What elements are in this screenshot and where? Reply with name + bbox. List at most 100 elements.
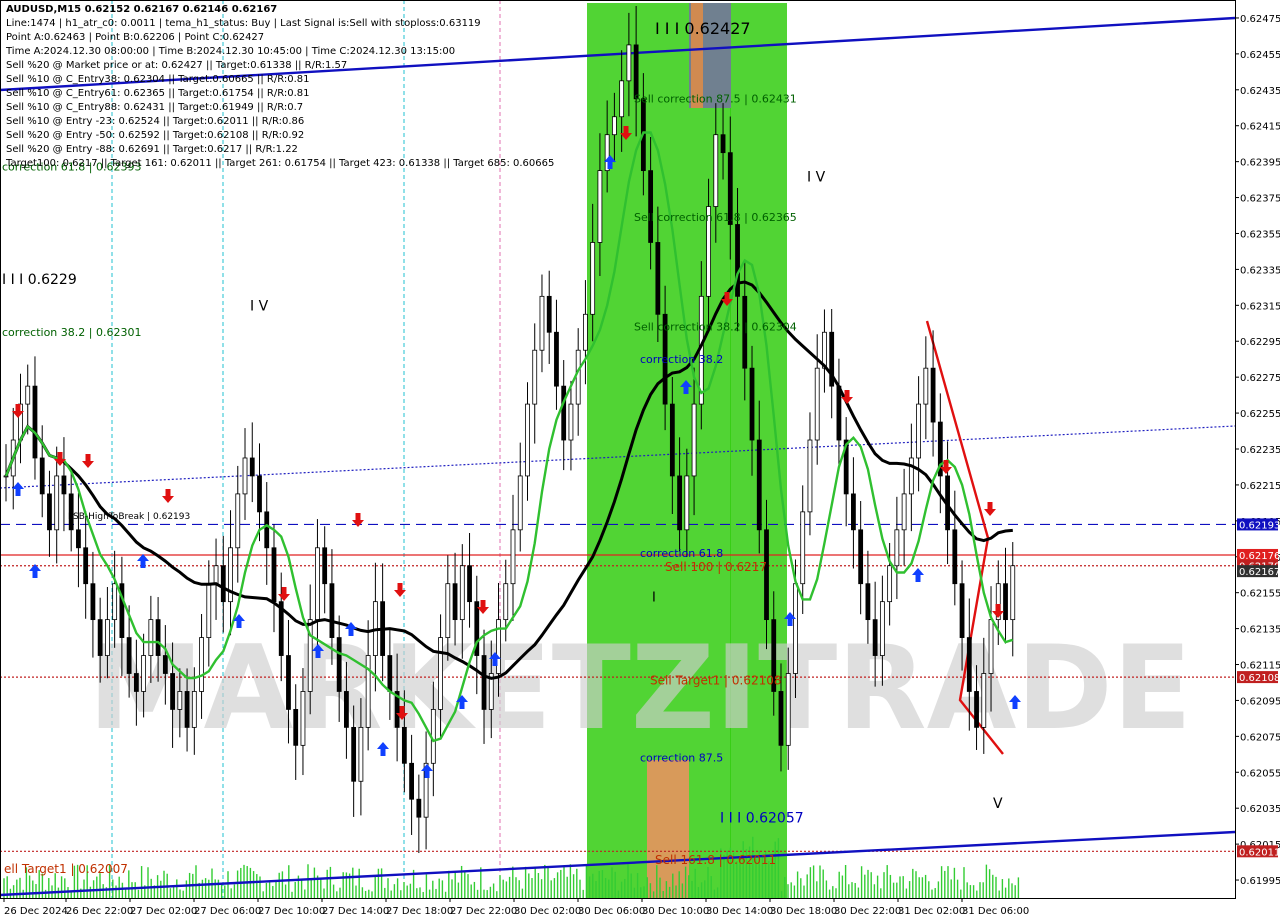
buy-arrow-icon — [12, 482, 24, 496]
candle-body — [351, 726, 357, 782]
candle-body — [966, 637, 972, 692]
x-tick-label: 30 Dec 22:00 — [834, 906, 901, 917]
x-tick-label: 30 Dec 02:00 — [514, 906, 581, 917]
candle-body — [249, 457, 255, 477]
sell-arrow-icon — [162, 489, 174, 503]
sell-arrow-icon — [992, 604, 1004, 618]
x-tick-label: 26 Dec 2024 — [4, 906, 68, 917]
candle-body — [206, 583, 212, 638]
candle-body — [105, 619, 110, 656]
time-axis: 26 Dec 202426 Dec 22:0027 Dec 02:00 27 De… — [3, 898, 1029, 917]
x-tick-label: 26 Dec 22:00 — [66, 906, 133, 917]
y-tick-label: 0.62435 — [1240, 86, 1280, 97]
info-line: Point A:0.62463 | Point B:0.62206 | Poin… — [6, 32, 265, 43]
candle-body — [807, 439, 813, 513]
candle-body — [315, 547, 320, 621]
y-tick-label: 0.62335 — [1240, 265, 1280, 276]
candle-body — [177, 691, 183, 710]
candle-body — [76, 529, 81, 549]
candle-body — [112, 583, 118, 621]
x-tick-label: 30 Dec 10:00 — [642, 906, 709, 917]
candle-body — [590, 242, 596, 315]
volume-bars — [3, 836, 1020, 898]
candle-body — [836, 385, 842, 441]
candle-body — [684, 475, 690, 531]
candle-body — [916, 403, 921, 459]
candle-body — [510, 529, 516, 585]
candle-body — [264, 511, 270, 549]
candle-body — [525, 403, 530, 477]
candle-body — [401, 726, 407, 764]
info-line: Target100: 0.6217 || Target 161: 0.62011… — [6, 158, 555, 169]
candle-body — [54, 475, 60, 531]
candle-body — [677, 475, 682, 531]
candle-body — [213, 565, 219, 585]
chart-annotation: FSB-HighToBreak | 0.62193 — [68, 512, 190, 522]
candle-body — [981, 673, 987, 728]
candle-body — [47, 493, 52, 531]
candle-body — [648, 170, 654, 243]
candle-body — [800, 511, 806, 585]
candle-body — [409, 762, 415, 800]
x-tick-label: 30 Dec 06:00 — [578, 906, 645, 917]
chart-annotation: I I I 0.6229 — [2, 272, 77, 288]
candle-body — [872, 619, 878, 656]
candle-body — [713, 134, 719, 207]
candle-body — [257, 475, 262, 513]
candle-body — [467, 565, 472, 603]
candle-body — [749, 367, 755, 441]
candle-body — [199, 637, 204, 692]
chart-annotation: correction 38.2 | 0.62301 — [2, 326, 141, 339]
y-tick-label: 0.62215 — [1240, 481, 1280, 492]
candle-body — [887, 565, 893, 603]
candle-body — [503, 583, 509, 621]
candle-body — [952, 529, 958, 585]
info-line: Sell %10 @ Entry -23: 0.62524 || Target:… — [6, 116, 305, 127]
x-tick-label: 30 Dec 14:00 — [706, 906, 773, 917]
candle-body — [655, 242, 661, 315]
candle-body — [561, 385, 567, 441]
chart-annotation: Sell correction 38.2 | 0.62304 — [634, 320, 797, 333]
candle-body — [814, 367, 820, 441]
candle-body — [481, 655, 487, 710]
candle-body — [612, 116, 617, 136]
candle-body — [133, 673, 139, 692]
chart-annotation: Sell Target1 | 0.62108 — [650, 673, 782, 687]
y-tick-label: 0.62115 — [1240, 661, 1280, 672]
candle-body — [126, 637, 132, 674]
x-tick-label: 27 Dec 10:00 — [258, 906, 325, 917]
candle-body — [517, 475, 523, 531]
watermark: MARKETZITRADE — [88, 621, 1192, 756]
y-tick-label: 0.62135 — [1240, 625, 1280, 636]
candle-body — [879, 601, 885, 656]
y-tick-label: 0.62355 — [1240, 229, 1280, 240]
y-tick-label: 0.62035 — [1240, 804, 1280, 815]
buy-arrow-icon — [421, 764, 433, 778]
candle-body — [141, 655, 147, 692]
chart-annotation: I I I 0.62057 — [720, 811, 804, 827]
candle-body — [546, 295, 552, 333]
candle-body — [39, 457, 45, 495]
candle-body — [184, 691, 190, 728]
candle-body — [25, 385, 31, 405]
candle-body — [293, 709, 299, 746]
candle-body — [974, 691, 979, 728]
y-tick-label: 0.62055 — [1240, 768, 1280, 779]
chart-annotation: I I I 0.62427 — [655, 19, 751, 38]
candle-body — [97, 619, 103, 656]
candle-body — [61, 475, 67, 495]
candle-body — [669, 403, 675, 477]
candle-body — [858, 529, 864, 585]
y-tick-label: 0.62395 — [1240, 158, 1280, 169]
candle-body — [597, 170, 603, 243]
x-tick-label: 27 Dec 02:00 — [130, 906, 197, 917]
green-band — [587, 3, 647, 898]
y-tick-label: 0.62295 — [1240, 337, 1280, 348]
candle-body — [445, 583, 451, 638]
candle-body — [336, 637, 342, 692]
candle-body — [785, 673, 791, 746]
candle-body — [90, 583, 96, 621]
candle-body — [568, 403, 574, 441]
candle-body — [532, 349, 538, 405]
candle-body — [865, 583, 871, 621]
